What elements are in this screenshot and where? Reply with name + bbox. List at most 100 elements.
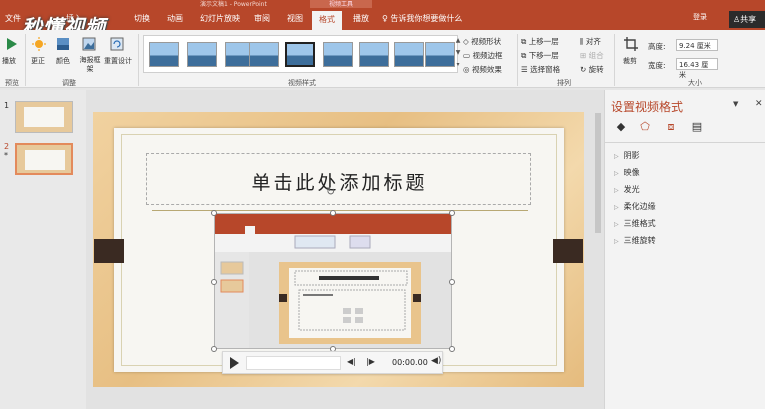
slide-thumbnail-1[interactable] [15, 101, 73, 133]
style-thumb-4[interactable] [249, 42, 279, 67]
effects-icon: ◎ [463, 65, 472, 74]
video-effects-button[interactable]: ◎ 视频效果 [463, 64, 502, 75]
window-title: 演示文稿1 - PowerPoint [200, 1, 267, 8]
progress-bar[interactable] [246, 356, 341, 370]
sun-icon [32, 37, 46, 51]
color-button[interactable]: 颜色 [56, 56, 70, 66]
group-label-size: 大小 [688, 79, 702, 87]
resize-handle-t[interactable] [330, 210, 336, 216]
effects-pentagon-icon[interactable]: ⬠ [637, 120, 653, 134]
title-placeholder[interactable]: 单击此处添加标题 [146, 153, 531, 205]
context-tab-label: 视频工具 [310, 0, 372, 8]
divider [138, 34, 139, 86]
send-backward-button[interactable]: ⧉ 下移一层 [521, 50, 559, 61]
tab-playback[interactable]: 播放 [353, 13, 369, 24]
style-thumb-6[interactable] [323, 42, 353, 67]
tab-animations[interactable]: 动画 [167, 13, 183, 24]
size-properties-icon[interactable]: ⧈ [663, 120, 679, 134]
tab-view[interactable]: 视图 [287, 13, 303, 24]
embedded-video[interactable] [214, 213, 452, 349]
skip-back-icon[interactable]: ◀| [347, 357, 356, 366]
rotate-button[interactable]: ↻ 旋转 [580, 64, 604, 75]
section-label: 发光 [623, 185, 640, 194]
section-shadow[interactable]: ▷ 阴影 [614, 150, 640, 161]
video-styles-gallery[interactable] [143, 35, 458, 73]
ribbon-tabs: 文件 插入 切换 动画 幻灯片放映 审阅 视图 格式 播放 ♀ 告诉我你想要做什… [0, 8, 765, 30]
volume-icon[interactable]: ◀) [431, 356, 441, 366]
format-video-pane: 设置视频格式 ▼ ✕ ◆ ⬠ ⧈ ▤ ▷ 阴影 ▷ 映像 ▷ 发光 ▷ 柔化边缘 ▷ 三维… [604, 90, 765, 409]
time-display: 00:00.00 [392, 358, 428, 367]
fill-line-icon[interactable]: ◆ [613, 120, 629, 134]
width-input[interactable]: 16.43 厘米 [676, 58, 718, 79]
play-icon[interactable] [230, 357, 239, 369]
vertical-scrollbar[interactable] [594, 103, 602, 403]
height-label: 高度: [648, 42, 666, 51]
align-button[interactable]: ⫼ 对齐 [580, 36, 601, 47]
video-shape-button[interactable]: ◇ 视频形状 [463, 36, 501, 47]
bring-forward-button[interactable]: ⧉ 上移一层 [521, 36, 559, 47]
style-thumb-7[interactable] [359, 42, 389, 67]
scrollbar-thumb[interactable] [595, 113, 601, 233]
section-glow[interactable]: ▷ 发光 [614, 184, 640, 195]
group-label-video-styles: 视频样式 [288, 79, 316, 87]
tab-format[interactable]: 格式 [312, 11, 342, 30]
gallery-more-icon[interactable]: ▾ [454, 59, 462, 71]
video-effects-label: 视频效果 [471, 65, 502, 74]
rotate-handle-icon[interactable]: ↻ [326, 185, 335, 198]
tab-file[interactable]: 文件 [5, 13, 21, 24]
expand-arrow-icon: ▷ [614, 238, 619, 245]
title-bar: 演示文稿1 - PowerPoint 视频工具 [0, 0, 765, 8]
style-thumb-9[interactable] [425, 42, 455, 67]
align-label: 对齐 [585, 37, 601, 46]
play-button[interactable]: 播放 [2, 56, 16, 66]
selection-pane-icon: ☰ [521, 65, 531, 74]
section-label: 三维格式 [623, 219, 656, 228]
slide-thumbnail-2[interactable] [15, 143, 73, 175]
video-playback-controls: ◀| |▶ 00:00.00 ◀) [222, 351, 443, 374]
video-border-button[interactable]: ▭ 视频边框 [463, 50, 502, 61]
thumb-paper [24, 107, 64, 127]
style-thumb-2[interactable] [187, 42, 217, 67]
rotate-label: 旋转 [588, 65, 604, 74]
style-thumb-1[interactable] [149, 42, 179, 67]
style-thumb-8[interactable] [394, 42, 424, 67]
section-3d-format[interactable]: ▷ 三维格式 [614, 218, 656, 229]
section-reflection[interactable]: ▷ 映像 [614, 167, 640, 178]
skip-forward-icon[interactable]: |▶ [366, 357, 375, 366]
group-label-arrange: 排列 [557, 79, 571, 87]
tab-slideshow[interactable]: 幻灯片放映 [200, 13, 240, 24]
gallery-scroll[interactable]: ▲ ▼ ▾ [454, 35, 462, 73]
resize-handle-l[interactable] [211, 279, 217, 285]
resize-handle-bl[interactable] [211, 346, 217, 352]
group-objects-button[interactable]: ⊞ 组合 [580, 50, 604, 61]
group-objects-label: 组合 [588, 51, 604, 60]
pane-options-chevron-icon[interactable]: ▼ [733, 100, 738, 108]
style-thumb-5[interactable] [285, 42, 315, 67]
crop-button[interactable]: 裁剪 [623, 56, 637, 66]
resize-handle-r[interactable] [449, 279, 455, 285]
share-button[interactable]: ♙共享 [729, 11, 765, 28]
gallery-up-icon[interactable]: ▲ [454, 35, 462, 47]
poster-frame-button[interactable]: 海报框架 [79, 56, 101, 74]
expand-arrow-icon: ▷ [614, 153, 619, 160]
section-soft-edges[interactable]: ▷ 柔化边缘 [614, 201, 656, 212]
tab-review[interactable]: 审阅 [254, 13, 270, 24]
selection-pane-button[interactable]: ☰ 选择窗格 [521, 64, 560, 75]
resize-handle-br[interactable] [449, 346, 455, 352]
tab-transitions[interactable]: 切换 [134, 13, 150, 24]
resize-handle-tr[interactable] [449, 210, 455, 216]
title-rule [152, 210, 528, 211]
reset-design-button[interactable]: 重置设计 [104, 56, 132, 66]
gallery-down-icon[interactable]: ▼ [454, 47, 462, 59]
height-input[interactable]: 9.24 厘米 [676, 39, 718, 51]
close-icon[interactable]: ✕ [755, 99, 763, 109]
expand-arrow-icon: ▷ [614, 221, 619, 228]
resize-handle-tl[interactable] [211, 210, 217, 216]
correct-button[interactable]: 更正 [31, 56, 45, 66]
slide-number-1: 1 [4, 101, 10, 110]
selection-pane-label: 选择窗格 [530, 65, 561, 74]
account-sign-in[interactable]: 登录 [693, 12, 707, 22]
section-3d-rotation[interactable]: ▷ 三维旋转 [614, 235, 656, 246]
video-icon[interactable]: ▤ [689, 120, 705, 134]
tell-me-search[interactable]: ♀ 告诉我你想要做什么 [382, 13, 462, 24]
